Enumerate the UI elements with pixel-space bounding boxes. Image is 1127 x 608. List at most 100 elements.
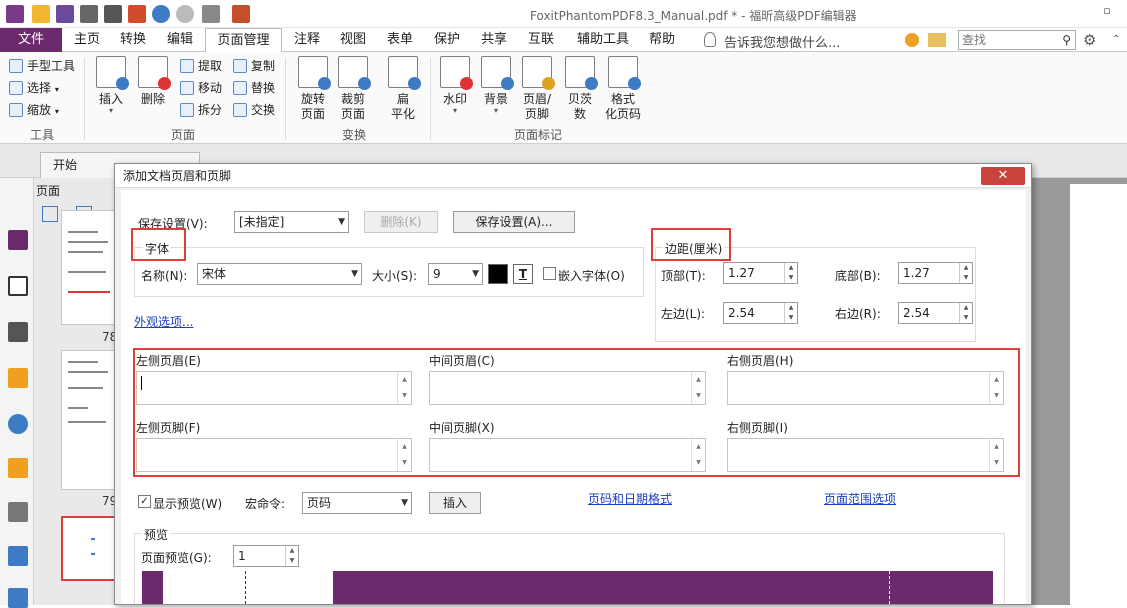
spinner-arrows-icon[interactable]: ▲ ▼ (959, 303, 972, 323)
font-name-label: 名称(N): (141, 269, 188, 283)
open-icon[interactable] (32, 5, 50, 23)
redo-icon[interactable] (176, 5, 194, 23)
appearance-options-link[interactable]: 外观选项... (134, 313, 193, 330)
insert-macro-button[interactable]: 插入 (429, 492, 481, 514)
search-input[interactable] (959, 31, 1055, 49)
left-header-input[interactable]: ▲ ▼ (136, 371, 412, 405)
save-icon[interactable] (56, 5, 74, 23)
search-field[interactable]: ⚲ (958, 30, 1076, 50)
zoom-in-thumbnail-icon[interactable] (42, 206, 58, 222)
new-icon[interactable] (128, 5, 146, 23)
email-icon[interactable] (104, 5, 122, 23)
scrollbar[interactable]: ▲ ▼ (989, 439, 1003, 471)
delete-page-button[interactable]: 删除 (128, 56, 178, 107)
tab-page-management[interactable]: 页面管理 (205, 28, 282, 53)
tab-edit[interactable]: 编辑 (159, 28, 201, 52)
gear-icon[interactable]: ⚙ (1083, 31, 1096, 49)
zoom-tool-button[interactable]: 缩放 ▾ (9, 100, 59, 120)
tell-me-input[interactable]: 告诉我您想做什么... (724, 32, 840, 51)
flatten-button[interactable]: 扁 平化 (378, 56, 428, 122)
crop-page-button[interactable]: 裁剪 页面 (328, 56, 378, 122)
bookmark-icon[interactable] (8, 230, 28, 250)
split-button[interactable]: 拆分 (180, 100, 222, 120)
document-view[interactable] (1030, 178, 1127, 605)
bottom-margin-input[interactable]: 1.27 ▲ ▼ (898, 262, 973, 284)
right-footer-input[interactable]: ▲ ▼ (727, 438, 1004, 472)
smiley-icon[interactable] (905, 33, 919, 47)
left-margin-input[interactable]: 2.54 ▲ ▼ (723, 302, 798, 324)
spinner-arrows-icon[interactable]: ▲ ▼ (784, 263, 797, 283)
scrollbar[interactable]: ▲ ▼ (691, 372, 705, 404)
center-header-input[interactable]: ▲ ▼ (429, 371, 706, 405)
tab-help[interactable]: 帮助 (641, 28, 683, 52)
right-header-input[interactable]: ▲ ▼ (727, 371, 1004, 405)
stamp-quick-icon[interactable] (232, 5, 250, 23)
macro-select[interactable]: 页码 ▼ (302, 492, 412, 514)
extract-button[interactable]: 提取 (180, 56, 222, 76)
center-footer-input[interactable]: ▲ ▼ (429, 438, 706, 472)
right-header-label: 右侧页眉(H) (727, 354, 794, 368)
move-button[interactable]: 移动 (180, 78, 222, 98)
save-settings-select[interactable]: [未指定] ▼ (234, 211, 349, 233)
spinner-arrows-icon[interactable]: ▲ ▼ (285, 546, 298, 566)
page-thumbnail-selected[interactable] (61, 516, 116, 581)
center-header-label: 中间页眉(C) (429, 354, 495, 368)
file-tab[interactable]: 文件 (0, 28, 62, 52)
tab-connect[interactable]: 互联 (520, 28, 562, 52)
signature-icon[interactable] (8, 502, 28, 522)
tab-comment[interactable]: 注释 (286, 28, 328, 52)
tab-protect[interactable]: 保护 (426, 28, 468, 52)
text-style-icon[interactable]: T (513, 264, 533, 284)
delete-settings-button[interactable]: 删除(K) (364, 211, 438, 233)
folder-search-icon[interactable] (928, 33, 946, 47)
scrollbar[interactable]: ▲ ▼ (989, 372, 1003, 404)
layers-icon[interactable] (8, 322, 28, 342)
top-margin-input[interactable]: 1.27 ▲ ▼ (723, 262, 798, 284)
copy-button[interactable]: 复制 (233, 56, 275, 76)
ribbon-collapse-icon[interactable]: ⌃ (1112, 34, 1120, 45)
format-page-number-button[interactable]: 格式 化页码 (598, 56, 648, 122)
top-margin-label: 顶部(T): (661, 269, 706, 283)
form-fields-icon[interactable] (8, 546, 28, 566)
save-settings-button[interactable]: 保存设置(A)... (453, 211, 575, 233)
right-margin-input[interactable]: 2.54 ▲ ▼ (898, 302, 973, 324)
pages-icon[interactable] (8, 276, 28, 296)
undo-icon[interactable] (152, 5, 170, 23)
print-icon[interactable] (80, 5, 98, 23)
tab-accessibility[interactable]: 辅助工具 (572, 28, 634, 52)
font-name-select[interactable]: 宋体 ▼ (197, 263, 362, 285)
tab-share[interactable]: 共享 (473, 28, 515, 52)
spinner-arrows-icon[interactable]: ▲ ▼ (959, 263, 972, 283)
tab-convert[interactable]: 转换 (112, 28, 154, 52)
scrollbar[interactable]: ▲ ▼ (397, 372, 411, 404)
replace-button[interactable]: 替换 (233, 78, 275, 98)
comments-icon[interactable] (8, 368, 28, 388)
scrollbar[interactable]: ▲ ▼ (691, 439, 705, 471)
close-icon[interactable]: ✕ (981, 167, 1025, 185)
page-preview-input[interactable]: 1 ▲ ▼ (233, 545, 299, 567)
hand-quick-icon[interactable] (202, 5, 220, 23)
hand-tool-button[interactable]: 手型工具 (9, 56, 75, 76)
page-thumbnail[interactable] (61, 210, 116, 325)
select-tool-button[interactable]: 选择 ▾ (9, 78, 59, 98)
font-color-swatch[interactable] (488, 264, 508, 284)
page-thumbnail[interactable] (61, 350, 116, 490)
security-lock-icon[interactable] (8, 458, 28, 478)
minimize-icon[interactable]: ▫ (1100, 4, 1114, 18)
tab-view[interactable]: 视图 (332, 28, 374, 52)
swap-button[interactable]: 交换 (233, 100, 275, 120)
tab-form[interactable]: 表单 (379, 28, 421, 52)
spinner-arrows-icon[interactable]: ▲ ▼ (784, 303, 797, 323)
show-preview-checkbox[interactable]: ✓ (138, 495, 151, 508)
scrollbar[interactable]: ▲ ▼ (397, 439, 411, 471)
page-date-format-link[interactable]: 页码和日期格式 (588, 490, 672, 507)
left-footer-input[interactable]: ▲ ▼ (136, 438, 412, 472)
embed-font-checkbox[interactable] (543, 267, 556, 280)
search-icon[interactable]: ⚲ (1062, 33, 1071, 47)
font-size-select[interactable]: 9 ▼ (428, 263, 483, 285)
tab-home[interactable]: 主页 (66, 28, 108, 52)
pen-icon[interactable] (8, 588, 28, 608)
document-page (1070, 184, 1127, 605)
attachment-icon[interactable] (8, 414, 28, 434)
page-range-options-link[interactable]: 页面范围选项 (824, 490, 896, 507)
